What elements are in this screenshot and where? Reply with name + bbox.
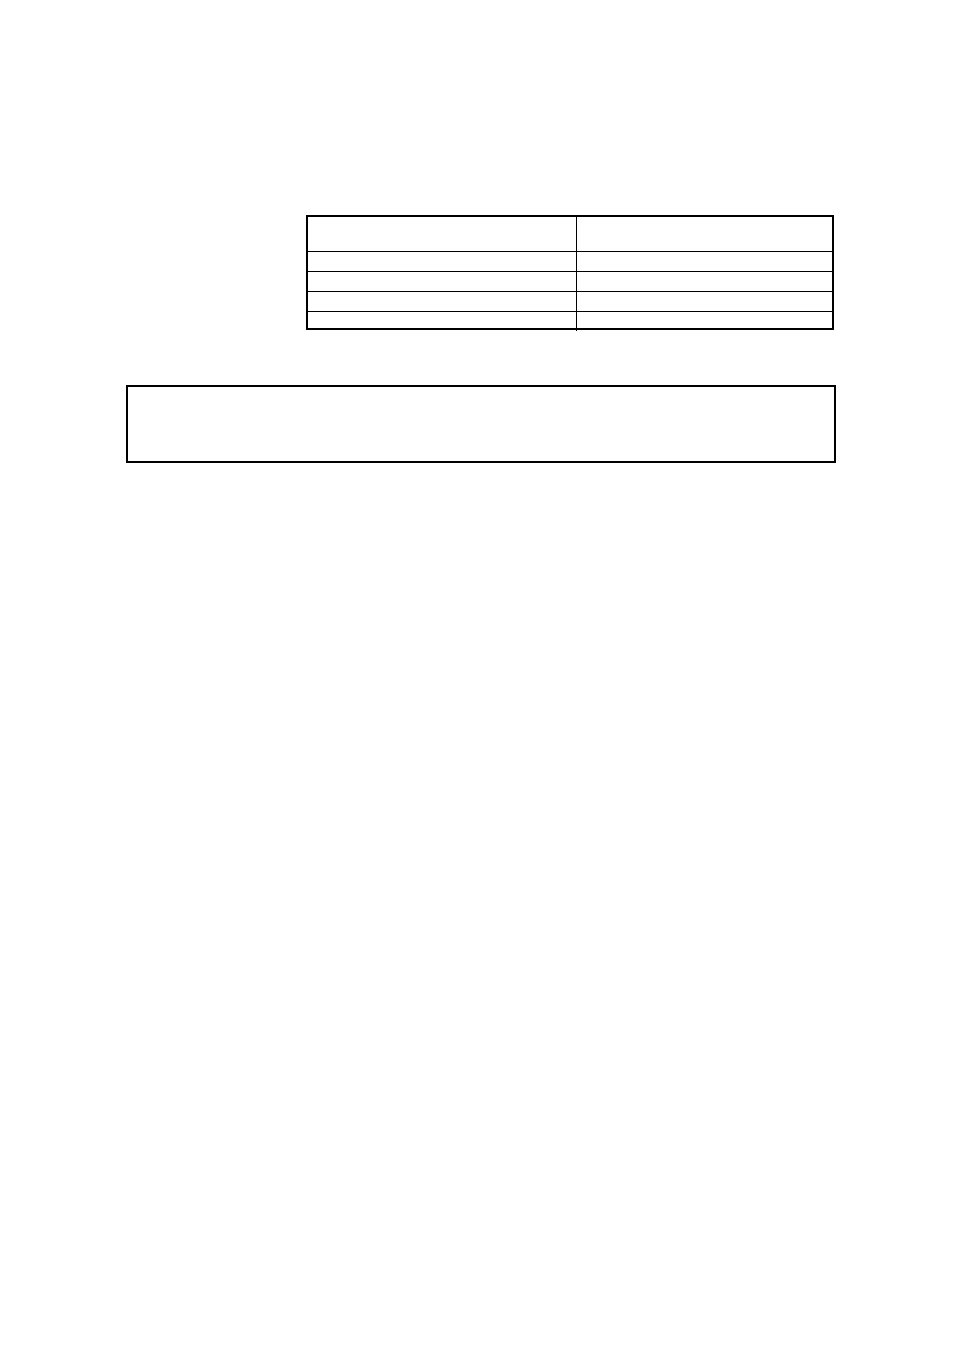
table-row xyxy=(308,292,832,312)
data-table xyxy=(306,215,834,330)
table-row xyxy=(308,272,832,292)
table-cell xyxy=(308,252,577,271)
table-cell xyxy=(577,252,832,271)
table-header-cell-2 xyxy=(577,217,832,251)
table-header-cell-1 xyxy=(308,217,577,251)
document-page xyxy=(0,0,954,1350)
table-cell xyxy=(577,312,832,331)
table-header-row xyxy=(308,217,832,252)
table-row xyxy=(308,252,832,272)
table-cell xyxy=(308,272,577,291)
table-cell xyxy=(577,292,832,311)
table-cell xyxy=(577,272,832,291)
table-row xyxy=(308,312,832,331)
content-box xyxy=(126,385,836,463)
table-cell xyxy=(308,312,577,331)
table-cell xyxy=(308,292,577,311)
